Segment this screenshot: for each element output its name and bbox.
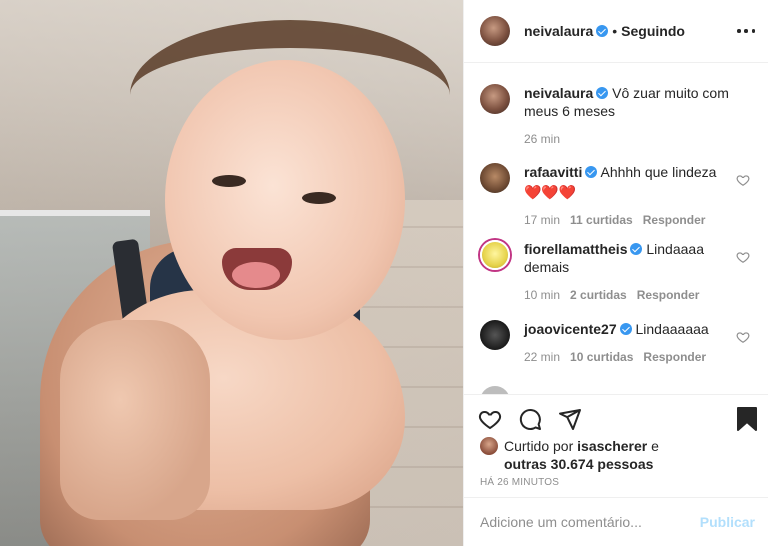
liked-others[interactable]: outras 30.674 pessoas <box>504 456 653 472</box>
verified-icon <box>585 166 598 178</box>
post-photo[interactable] <box>0 0 463 546</box>
post-actions: Curtido por isascherer e outras 30.674 p… <box>464 394 768 496</box>
comment-meta: 17 min 11 curtidas Responder <box>524 211 744 229</box>
liked-prefix: Curtido por <box>504 438 574 454</box>
liked-by: Curtido por isascherer e outras 30.674 p… <box>480 437 659 473</box>
comment-likes[interactable]: 10 curtidas <box>570 348 633 366</box>
avatar[interactable] <box>480 84 510 114</box>
verified-icon <box>596 25 609 37</box>
more-horizontal-icon[interactable] <box>737 22 755 40</box>
heart-icon[interactable] <box>478 407 502 431</box>
liked-by-text: Curtido por isascherer e outras 30.674 p… <box>504 437 659 473</box>
reply-button[interactable]: Responder <box>637 286 700 304</box>
verified-icon <box>630 243 643 255</box>
comment-username[interactable]: rafaavitti <box>524 164 582 180</box>
liked-user[interactable]: isascherer <box>577 438 647 454</box>
following-button[interactable]: Seguindo <box>621 23 685 39</box>
send-icon[interactable] <box>558 407 582 431</box>
comment-username[interactable]: fiorellamattheis <box>524 241 627 257</box>
avatar[interactable] <box>480 386 510 394</box>
photo-baby-hair <box>130 20 450 170</box>
comment-meta: 10 min 2 curtidas Responder <box>524 286 744 304</box>
comment-time[interactable]: 22 min <box>524 348 560 366</box>
caption: neivalaura Vô zuar muito com meus 6 mese… <box>480 84 760 148</box>
heart-icon[interactable] <box>736 330 750 344</box>
comment-body: joaovicente27 Lindaaaaaa 22 min 10 curti… <box>524 320 744 366</box>
comment-item-partial <box>480 386 760 394</box>
comment-meta: 22 min 10 curtidas Responder <box>524 348 744 366</box>
photo-eye-left <box>212 175 246 187</box>
add-comment-bar: Publicar <box>464 497 768 546</box>
caption-username[interactable]: neivalaura <box>524 85 593 101</box>
comment-input[interactable] <box>480 514 700 530</box>
liked-conj: e <box>651 438 659 454</box>
comment-icon[interactable] <box>518 407 542 431</box>
bookmark-icon[interactable] <box>737 407 757 431</box>
avatar[interactable] <box>480 320 510 350</box>
comment-emoji: ❤️❤️❤️ <box>524 184 577 200</box>
avatar[interactable] <box>480 16 510 46</box>
post-side-panel: neivalaura • Seguindo neivalaura Vô zuar… <box>463 0 768 546</box>
comment-text: Ahhhh que lindeza <box>600 164 717 180</box>
comment-username[interactable]: joaovicente27 <box>524 321 617 337</box>
comment-time[interactable]: 17 min <box>524 211 560 229</box>
publish-button[interactable]: Publicar <box>700 514 755 530</box>
header-username[interactable]: neivalaura <box>524 23 593 39</box>
heart-icon[interactable] <box>736 173 750 187</box>
comment-time[interactable]: 10 min <box>524 286 560 304</box>
comment-likes[interactable]: 2 curtidas <box>570 286 627 304</box>
comment-body: rafaavitti Ahhhh que lindeza ❤️❤️❤️ 17 m… <box>524 163 744 229</box>
photo-eye-right <box>302 192 336 204</box>
caption-time[interactable]: 26 min <box>524 130 560 148</box>
comment-body: fiorellamattheis Lindaaaa demais 10 min … <box>524 240 744 304</box>
avatar[interactable] <box>480 240 510 270</box>
avatar[interactable] <box>480 437 498 455</box>
header-separator: • <box>612 23 618 39</box>
comment-item: rafaavitti Ahhhh que lindeza ❤️❤️❤️ 17 m… <box>480 163 760 229</box>
heart-icon[interactable] <box>736 250 750 264</box>
verified-icon <box>596 87 609 99</box>
comment-text: Lindaaaaaa <box>635 321 709 337</box>
reply-button[interactable]: Responder <box>643 348 706 366</box>
post-header: neivalaura • Seguindo <box>464 0 768 63</box>
header-user: neivalaura • Seguindo <box>524 23 685 39</box>
comment-likes[interactable]: 11 curtidas <box>570 211 633 229</box>
photo-hand <box>60 320 210 520</box>
comment-item: fiorellamattheis Lindaaaa demais 10 min … <box>480 240 760 304</box>
avatar[interactable] <box>480 163 510 193</box>
comments-list[interactable]: neivalaura Vô zuar muito com meus 6 mese… <box>464 64 768 394</box>
photo-tongue <box>232 262 280 288</box>
action-buttons <box>478 407 582 431</box>
post-time[interactable]: HÁ 26 MINUTOS <box>480 477 559 488</box>
caption-body: neivalaura Vô zuar muito com meus 6 mese… <box>524 84 744 148</box>
comment-item: joaovicente27 Lindaaaaaa 22 min 10 curti… <box>480 320 760 366</box>
reply-button[interactable]: Responder <box>643 211 706 229</box>
caption-meta: 26 min <box>524 130 744 148</box>
verified-icon <box>619 323 632 335</box>
